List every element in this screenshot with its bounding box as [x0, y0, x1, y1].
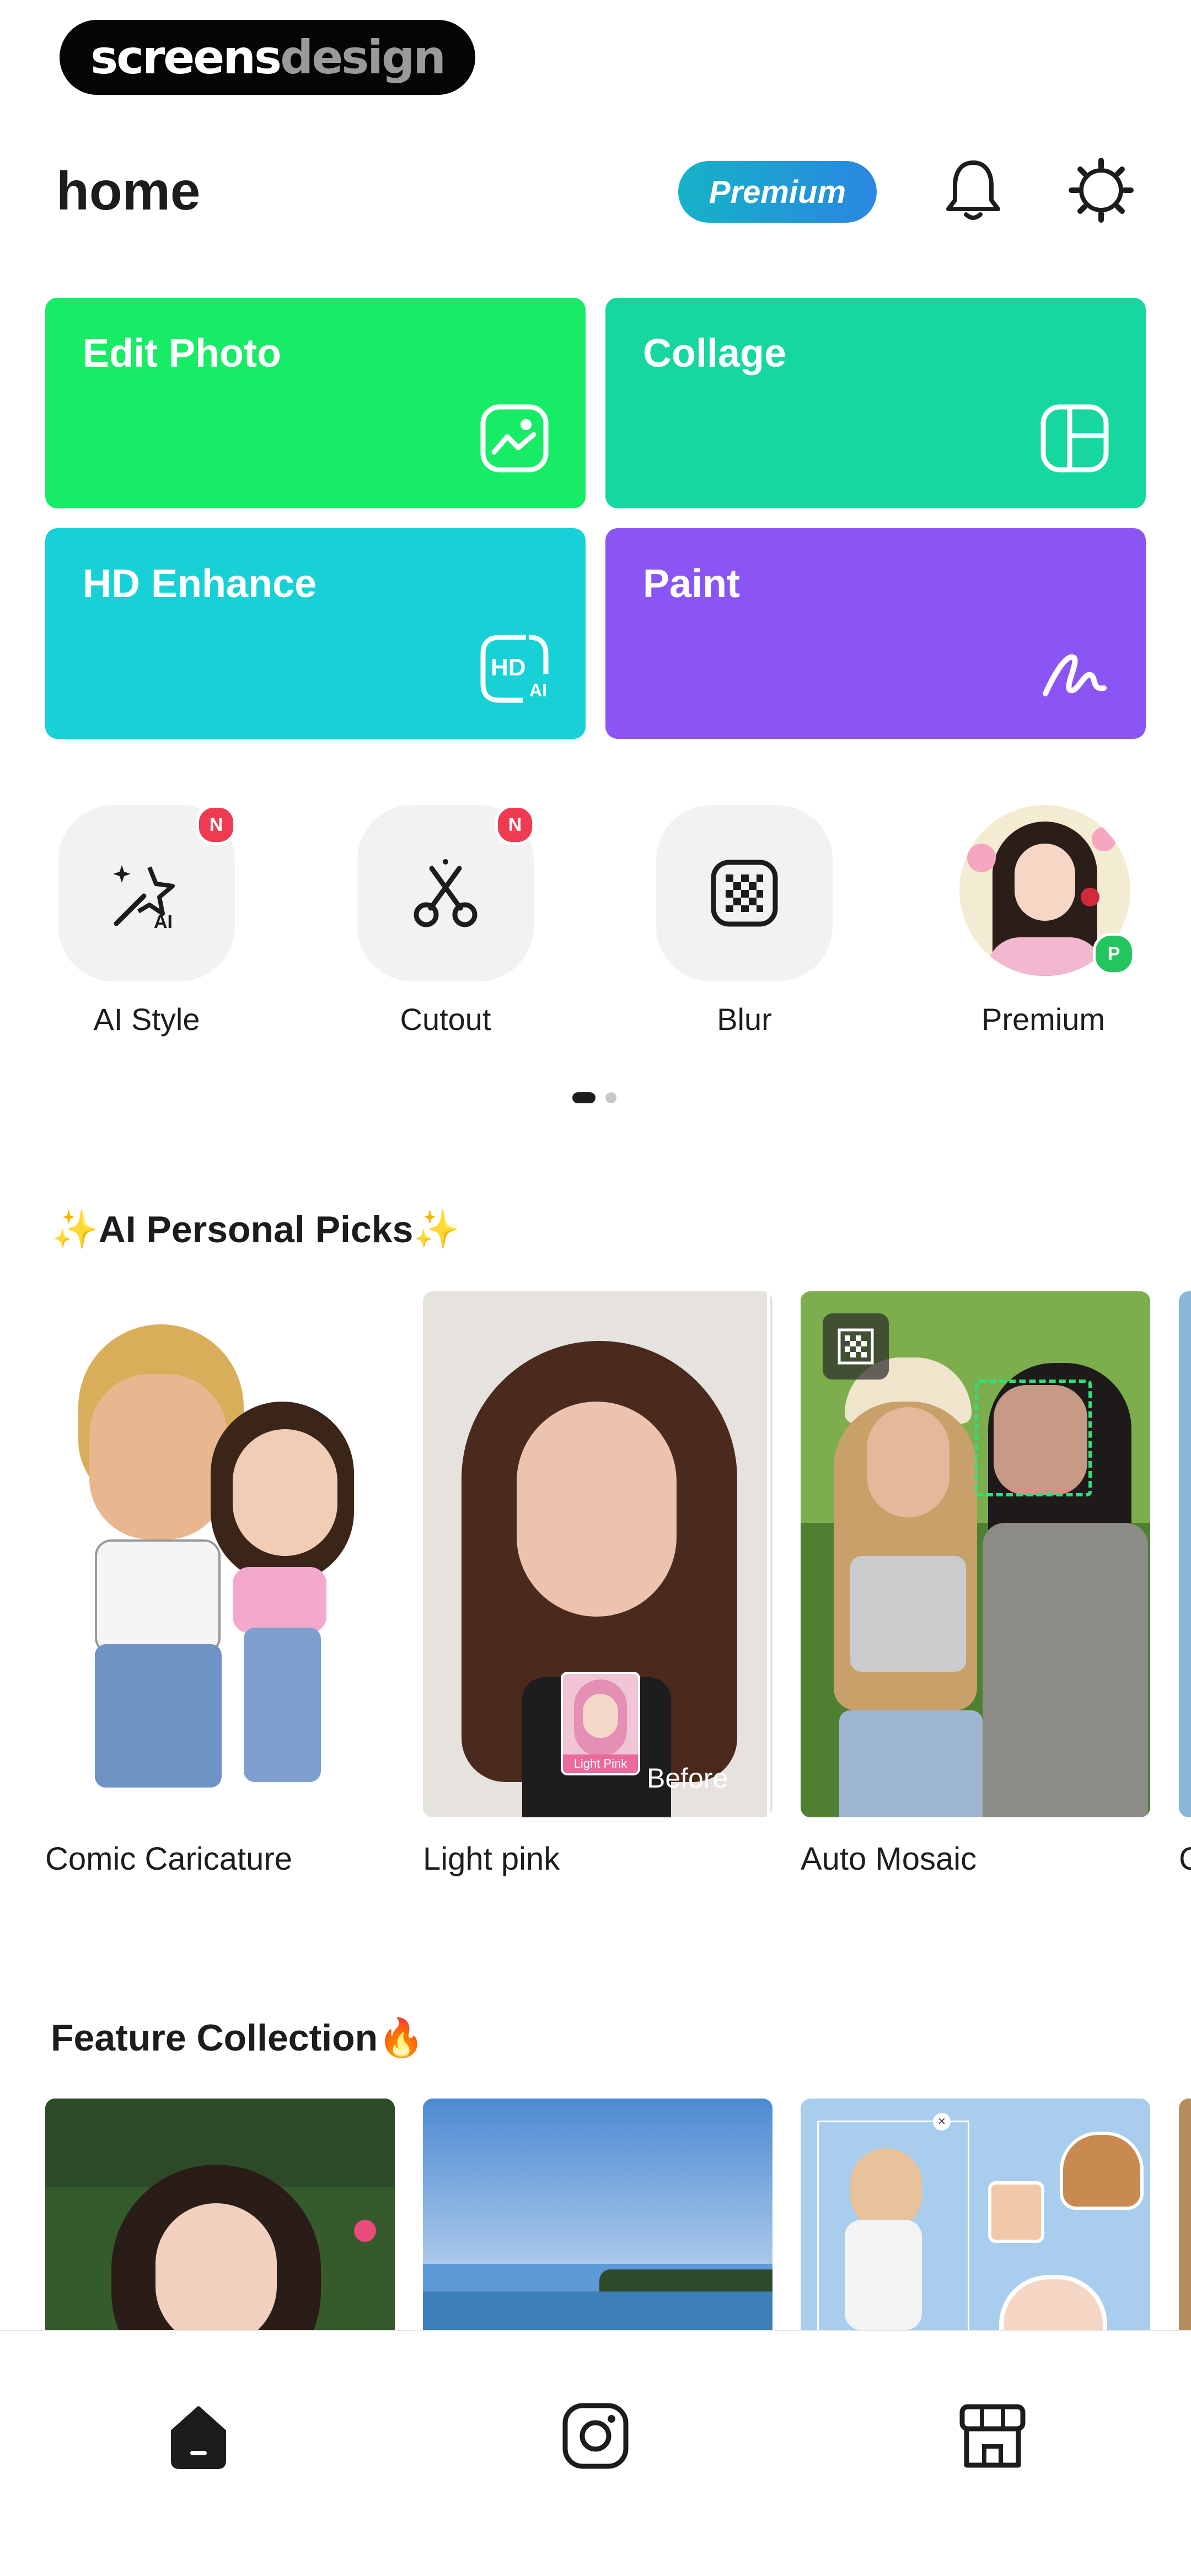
tool-cutout[interactable]: N Cutout	[319, 805, 572, 1048]
premium-button[interactable]: Premium	[678, 161, 877, 223]
magic-wand-ai-icon: AI	[113, 865, 175, 932]
tile-label: HD Enhance	[83, 562, 317, 606]
tool-blur[interactable]: Blur	[618, 805, 871, 1048]
paint-stroke-icon	[1043, 654, 1107, 696]
home-icon	[171, 2406, 226, 2469]
card-label: Comic Caricature	[45, 1841, 292, 1877]
feature-card-1[interactable]	[45, 2099, 395, 2341]
pick-card-light-pink[interactable]: Light Pink Before Light pink	[423, 1291, 772, 1877]
store-icon	[959, 2404, 1026, 2468]
edit-photo-tile[interactable]: Edit Photo	[45, 298, 586, 508]
card-label: C	[1179, 1841, 1191, 1877]
tile-label: Edit Photo	[83, 331, 281, 375]
collage-tile[interactable]: Collage	[605, 298, 1146, 508]
tool-premium[interactable]: P Premium	[916, 805, 1170, 1048]
before-label: Before	[647, 1763, 728, 1794]
pick-card-comic-caricature[interactable]: Comic Caricature	[45, 1291, 395, 1877]
mosaic-icon	[711, 860, 778, 927]
feature-card-partial[interactable]	[1179, 2099, 1191, 2330]
tile-label: Collage	[643, 331, 787, 375]
pager-dot	[605, 1092, 616, 1103]
new-badge: N	[495, 805, 535, 845]
collage-icon	[1040, 404, 1109, 473]
card-image	[1179, 1291, 1191, 1817]
premium-badge: P	[1093, 933, 1135, 975]
page-title: home	[56, 160, 201, 221]
feature-card-2[interactable]	[423, 2099, 772, 2341]
tool-ai-style[interactable]: AI N AI Style	[20, 805, 273, 1048]
card-image	[801, 1291, 1150, 1817]
photo-icon	[480, 404, 549, 473]
close-icon: ×	[933, 2113, 951, 2130]
card-label: Light pink	[423, 1841, 560, 1877]
face-detect-box	[975, 1380, 1092, 1496]
pick-card-auto-mosaic[interactable]: Auto Mosaic	[801, 1291, 1150, 1877]
new-badge: N	[196, 805, 236, 845]
section-title-ai-picks: ✨AI Personal Picks✨	[52, 1209, 460, 1251]
screensdesign-watermark: screens design	[60, 20, 475, 95]
tool-label: Cutout	[400, 1002, 491, 1037]
tool-label: AI Style	[93, 1002, 200, 1037]
section-title-feature-collection: Feature Collection🔥	[51, 2017, 425, 2059]
pager-dot-active	[572, 1092, 596, 1103]
card-image	[45, 1291, 395, 1817]
pick-card-partial[interactable]: C	[1179, 1291, 1191, 1877]
tool-icon-container	[656, 805, 833, 981]
bell-icon[interactable]	[937, 154, 1009, 226]
tab-store[interactable]	[948, 2392, 1037, 2480]
tool-label: Premium	[981, 1002, 1106, 1037]
scissors-icon	[414, 859, 478, 927]
hd-ai-icon: HD AI	[479, 633, 550, 705]
tab-instagram[interactable]	[551, 2392, 640, 2480]
instagram-icon	[562, 2403, 629, 2469]
tile-label: Paint	[643, 562, 741, 606]
tab-home[interactable]	[154, 2392, 243, 2480]
bottom-tab-bar	[0, 2330, 1191, 2576]
gear-icon[interactable]	[1065, 154, 1137, 226]
light-pink-thumbnail: Light Pink	[561, 1672, 640, 1775]
paint-tile[interactable]: Paint	[605, 528, 1146, 739]
card-label: Auto Mosaic	[801, 1841, 977, 1877]
tool-label: Blur	[717, 1002, 772, 1037]
svg-text:AI: AI	[154, 911, 173, 932]
feature-card-3[interactable]: ×	[801, 2099, 1150, 2341]
mosaic-icon	[823, 1313, 889, 1380]
card-image: Light Pink Before	[423, 1291, 772, 1817]
hd-enhance-tile[interactable]: HD Enhance HD AI	[45, 528, 586, 739]
